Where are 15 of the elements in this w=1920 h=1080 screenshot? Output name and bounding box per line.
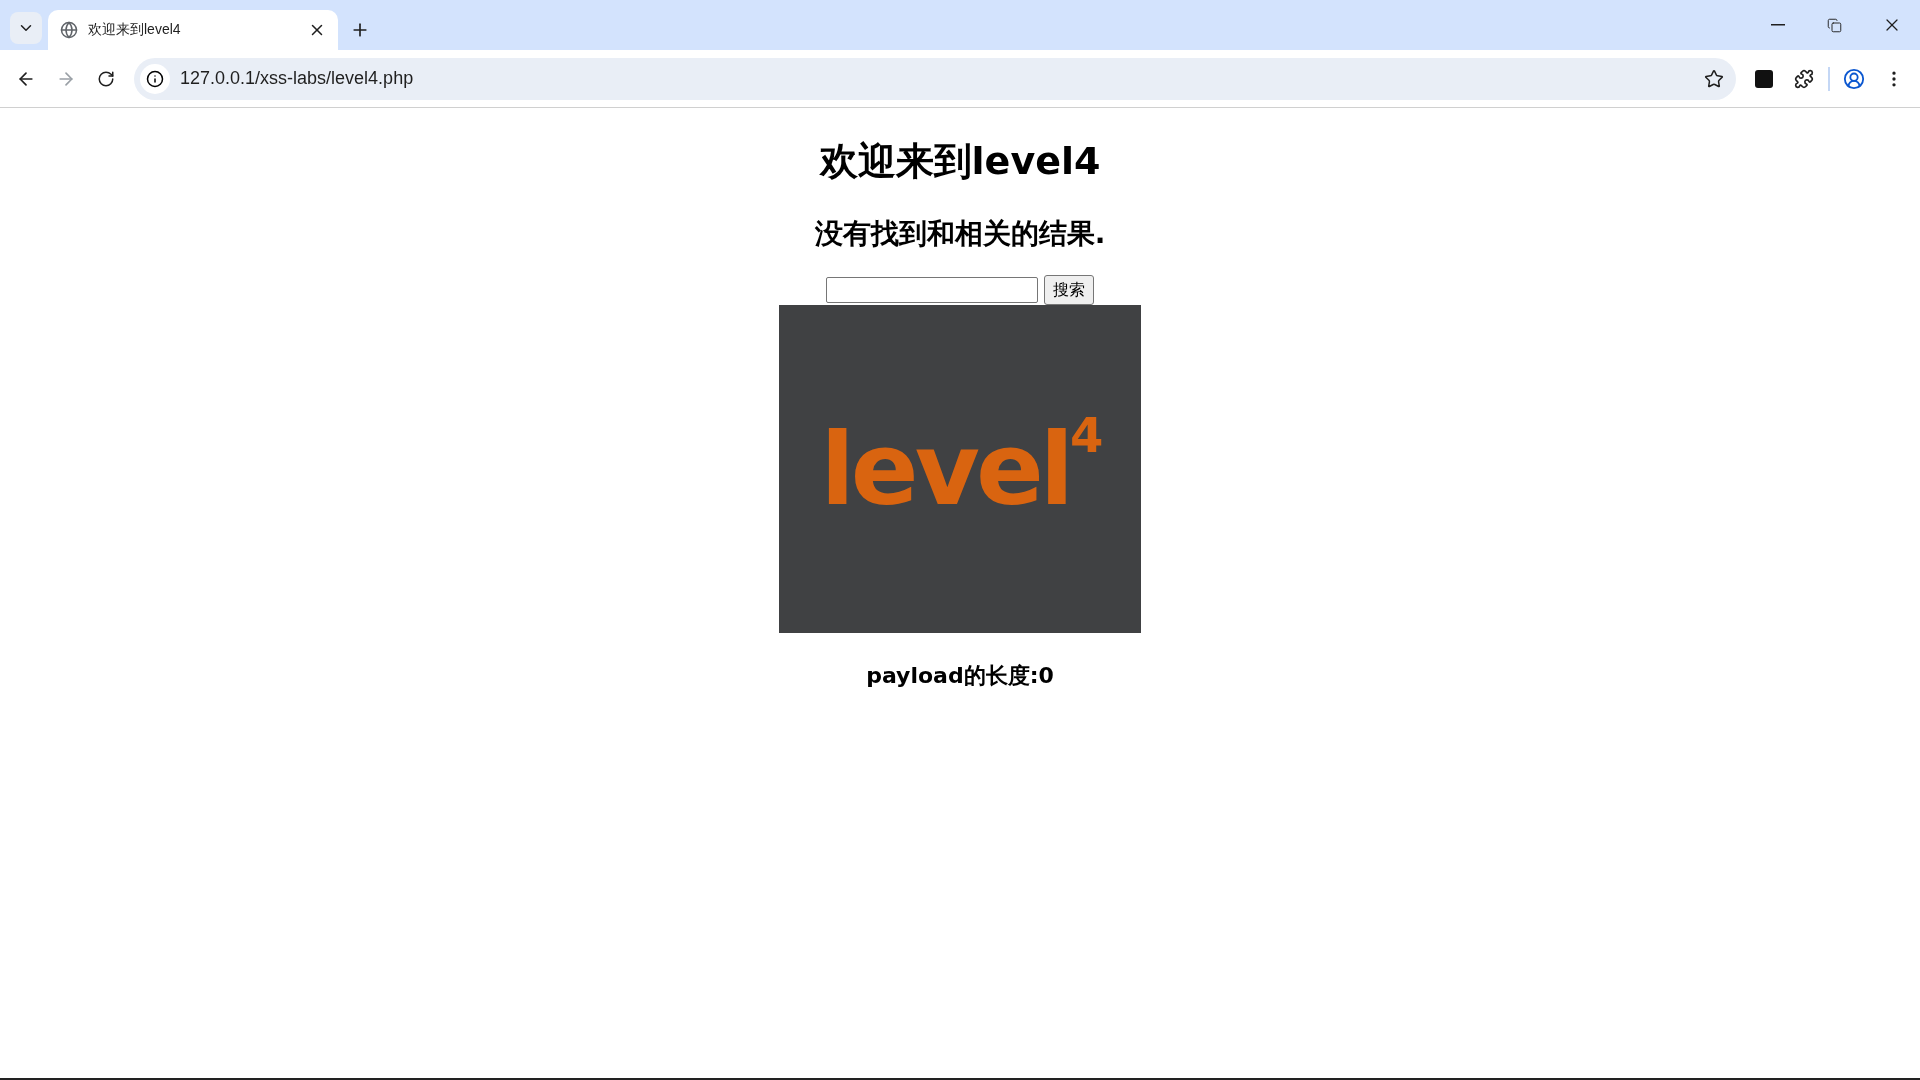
browser-tab[interactable]: 欢迎来到level4 xyxy=(48,10,338,50)
reload-icon xyxy=(97,69,115,88)
globe-icon xyxy=(60,21,78,39)
page-heading: 欢迎来到level4 xyxy=(819,138,1101,185)
info-icon xyxy=(146,69,164,88)
tab-title: 欢迎来到level4 xyxy=(88,21,182,39)
payload-length-text: payload的长度:0 xyxy=(866,662,1054,690)
search-field[interactable] xyxy=(826,277,1038,303)
minimize-icon xyxy=(1770,24,1785,26)
site-info-button[interactable] xyxy=(140,63,170,94)
search-button[interactable]: 搜索 xyxy=(1044,275,1094,305)
result-message: 没有找到和相关的结果. xyxy=(814,216,1106,252)
url-text: 127.0.0.1/xss-labs/level4.php xyxy=(180,68,415,89)
restore-icon xyxy=(1827,17,1842,33)
address-bar[interactable]: 127.0.0.1/xss-labs/level4.php xyxy=(134,57,1736,100)
